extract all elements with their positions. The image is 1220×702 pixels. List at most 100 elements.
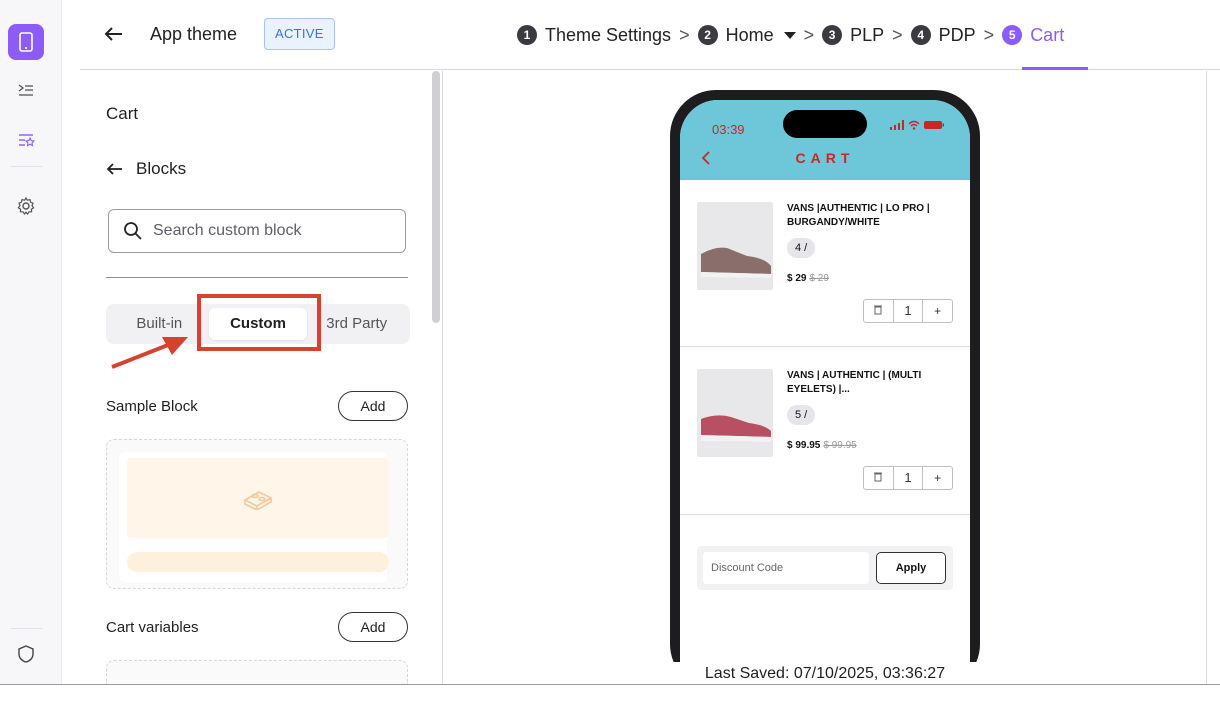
step-label: Home bbox=[725, 24, 774, 45]
discount-code-input[interactable] bbox=[703, 552, 869, 584]
shoe-image bbox=[701, 247, 771, 278]
step-number: 4 bbox=[910, 25, 931, 45]
signal-icon bbox=[890, 120, 904, 130]
step-number: 5 bbox=[1002, 25, 1023, 45]
compare-price: $ 29 bbox=[809, 273, 829, 284]
status-badge: ACTIVE bbox=[264, 18, 335, 50]
quantity-stepper: 1 + bbox=[863, 466, 953, 490]
caret-down-icon[interactable] bbox=[783, 31, 796, 39]
status-time: 03:39 bbox=[712, 122, 745, 137]
rail-divider-bottom bbox=[10, 628, 42, 629]
battery-icon bbox=[924, 121, 944, 129]
preview-text-bar bbox=[127, 552, 389, 572]
block-row-sample: Sample Block Add bbox=[106, 391, 408, 421]
product-image bbox=[697, 369, 773, 457]
search-input[interactable] bbox=[153, 222, 383, 240]
back-arrow-icon bbox=[106, 163, 122, 175]
step-number: 3 bbox=[822, 25, 843, 45]
annotation-arrow-icon bbox=[111, 337, 188, 369]
tab-3rd-party[interactable]: 3rd Party bbox=[307, 308, 406, 340]
compare-price: $ 99.95 bbox=[823, 440, 857, 451]
phone-screen: 03:39 CART VANS |AUTHENTIC | LO PRO | BU… bbox=[680, 100, 970, 690]
cart-variables-preview[interactable] bbox=[106, 660, 408, 684]
current-step-indicator bbox=[1022, 67, 1088, 70]
variant-pill[interactable]: 4 / bbox=[787, 238, 816, 258]
sample-block-preview[interactable] bbox=[106, 439, 408, 589]
step-pdp[interactable]: 4 PDP bbox=[910, 24, 976, 46]
bottom-divider bbox=[0, 684, 1220, 685]
cart-item: VANS | AUTHENTIC | (MULTI EYELETS) |... … bbox=[680, 347, 970, 515]
shield-icon[interactable] bbox=[8, 636, 44, 672]
panel-scrollbar[interactable] bbox=[432, 71, 440, 323]
cart-header: 03:39 CART bbox=[680, 100, 970, 180]
annotation-highlight-box bbox=[197, 294, 321, 351]
settings-gear-icon[interactable] bbox=[8, 188, 44, 224]
text-indent-icon[interactable] bbox=[8, 72, 44, 108]
apply-discount-button[interactable]: Apply bbox=[876, 552, 946, 584]
canvas-divider bbox=[1206, 71, 1207, 684]
quantity-value: 1 bbox=[892, 467, 924, 489]
dynamic-island bbox=[783, 110, 867, 138]
quantity-stepper: 1 + bbox=[863, 299, 953, 323]
panel-title: Cart bbox=[106, 104, 139, 123]
product-name: VANS | AUTHENTIC | (MULTI EYELETS) |... bbox=[787, 370, 922, 395]
step-label: Cart bbox=[1030, 24, 1065, 45]
last-saved-status: Last Saved: 07/10/2025, 03:36:27 bbox=[660, 662, 990, 686]
step-label: PDP bbox=[938, 24, 976, 45]
back-arrow-icon[interactable] bbox=[102, 22, 126, 46]
product-price: $ 99.95 $ 99.95 bbox=[787, 440, 857, 451]
plus-icon[interactable]: + bbox=[923, 471, 952, 485]
variant-pill[interactable]: 5 / bbox=[787, 405, 816, 425]
product-price: $ 29 $ 29 bbox=[787, 273, 829, 284]
step-separator: > bbox=[983, 24, 995, 45]
step-label: PLP bbox=[850, 24, 885, 45]
panel-divider bbox=[106, 277, 408, 278]
mobile-device-icon[interactable] bbox=[8, 24, 44, 60]
last-saved-label: Last Saved: bbox=[704, 665, 790, 682]
left-rail bbox=[0, 0, 62, 684]
product-image bbox=[697, 202, 773, 290]
step-separator: > bbox=[679, 24, 690, 45]
cart-item: VANS |AUTHENTIC | LO PRO | BURGANDY/WHIT… bbox=[680, 180, 970, 347]
last-saved-value: 07/10/2025, 03:36:27 bbox=[793, 665, 946, 682]
sale-price: $ 99.95 bbox=[787, 440, 821, 451]
add-cart-variables-button[interactable]: Add bbox=[338, 612, 408, 642]
step-separator: > bbox=[892, 24, 903, 45]
step-home[interactable]: 2 Home bbox=[697, 24, 796, 46]
block-label: Sample Block bbox=[106, 397, 198, 415]
plus-icon[interactable]: + bbox=[923, 304, 952, 318]
preview-image bbox=[127, 458, 389, 538]
search-box[interactable] bbox=[108, 209, 406, 253]
search-icon bbox=[124, 222, 142, 240]
page-title: App theme bbox=[150, 24, 238, 44]
lego-brick-icon bbox=[243, 491, 273, 510]
discount-section: Apply bbox=[697, 546, 953, 590]
status-icons bbox=[890, 120, 944, 130]
step-number: 1 bbox=[517, 25, 537, 45]
step-cart[interactable]: 5 Cart bbox=[1002, 25, 1064, 46]
config-panel: Cart Blocks Built-in Custom 3rd Party Sa… bbox=[80, 71, 443, 684]
trash-icon[interactable] bbox=[864, 471, 893, 485]
step-plp[interactable]: 3 PLP bbox=[822, 25, 884, 46]
wifi-icon bbox=[908, 120, 920, 130]
sale-price: $ 29 bbox=[787, 273, 807, 284]
trash-icon[interactable] bbox=[864, 304, 893, 318]
preview-inner bbox=[119, 452, 389, 582]
cart-screen-title: CART bbox=[795, 150, 855, 166]
shoe-image bbox=[701, 415, 771, 442]
quantity-value: 1 bbox=[892, 300, 924, 322]
step-label: Theme Settings bbox=[545, 24, 672, 45]
block-row-cart-variables: Cart variables Add bbox=[106, 612, 408, 642]
step-breadcrumb: 1 Theme Settings > 2 Home > 3 PLP > 4 PD… bbox=[517, 22, 1064, 48]
step-number: 2 bbox=[697, 25, 718, 45]
add-sample-block-button[interactable]: Add bbox=[338, 391, 408, 421]
block-label: Cart variables bbox=[106, 618, 199, 636]
phone-frame: 03:39 CART VANS |AUTHENTIC | LO PRO | BU… bbox=[670, 90, 980, 690]
top-header: App theme ACTIVE 1 Theme Settings > 2 Ho… bbox=[80, 0, 1220, 70]
product-name: VANS |AUTHENTIC | LO PRO | BURGANDY/WHIT… bbox=[787, 203, 930, 228]
blocks-back-link[interactable]: Blocks bbox=[106, 159, 186, 179]
starred-list-icon[interactable] bbox=[8, 122, 44, 158]
rail-divider bbox=[10, 166, 42, 167]
step-separator: > bbox=[803, 24, 815, 45]
step-theme-settings[interactable]: 1 Theme Settings bbox=[517, 25, 671, 46]
